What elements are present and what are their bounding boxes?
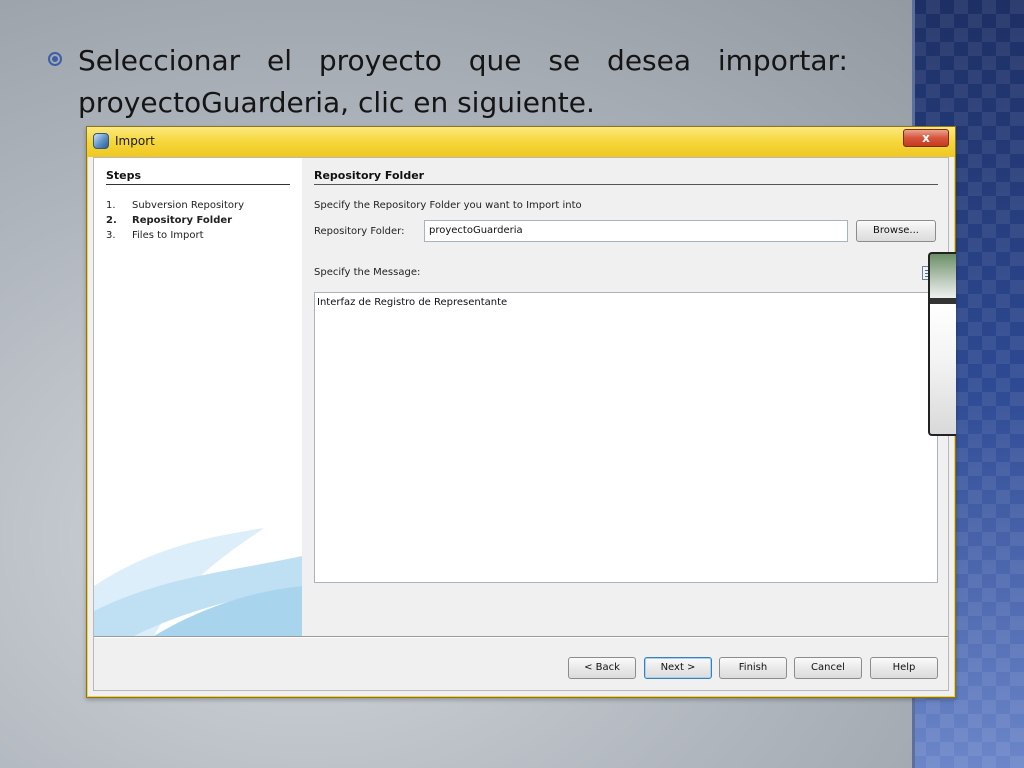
- instruction-text: Specify the Repository Folder you want t…: [314, 200, 582, 211]
- repository-folder-label: Repository Folder:: [314, 226, 405, 237]
- section-title: Repository Folder: [314, 169, 938, 185]
- import-dialog: Import x Steps 1. Subversion Repository 2…: [86, 126, 956, 698]
- close-icon: x: [922, 131, 930, 145]
- dialog-client-area: Steps 1. Subversion Repository 2. Reposito…: [93, 157, 949, 691]
- bullet-word: proyecto: [318, 44, 442, 77]
- button-bar-divider: [94, 636, 948, 637]
- browse-button[interactable]: Browse...: [856, 220, 936, 242]
- repository-folder-input[interactable]: proyectoGuarderia: [424, 220, 848, 242]
- bullet-word: Seleccionar: [78, 44, 241, 77]
- step-label: Files to Import: [132, 230, 204, 241]
- bullet-word: importar:: [717, 44, 848, 77]
- step-label: Subversion Repository: [132, 200, 245, 211]
- bullet-word: el: [266, 44, 292, 77]
- steps-title: Steps: [106, 169, 290, 185]
- next-button[interactable]: Next >: [644, 657, 712, 679]
- message-textarea[interactable]: Interfaz de Registro de Representante: [314, 292, 938, 583]
- bullet-word: que: [468, 44, 522, 77]
- finish-button[interactable]: Finish: [719, 657, 787, 679]
- bullet-word: desea: [607, 44, 692, 77]
- step-label: Repository Folder: [132, 215, 233, 226]
- netbeans-app-icon: [93, 133, 109, 149]
- radio-bullet-icon: [48, 52, 62, 66]
- bullet-word: se: [548, 44, 581, 77]
- dialog-titlebar[interactable]: Import x: [87, 127, 955, 157]
- decorative-swoosh: [94, 528, 302, 636]
- photo-detail: [930, 298, 956, 304]
- photo-thumbnail: [928, 252, 956, 436]
- slide-bullet: Seleccionar el proyecto que se desea imp…: [48, 40, 848, 124]
- step-number: 3.: [106, 230, 116, 241]
- help-button[interactable]: Help: [870, 657, 938, 679]
- steps-list: 1. Subversion Repository 2. Repository Fol…: [106, 198, 244, 243]
- bullet-line-1: Seleccionar el proyecto que se desea imp…: [78, 40, 848, 82]
- bullet-line-2: proyectoGuarderia, clic en siguiente.: [78, 86, 595, 119]
- back-button[interactable]: < Back: [568, 657, 636, 679]
- close-button[interactable]: x: [903, 129, 949, 147]
- step-item-subversion-repository: 1. Subversion Repository: [106, 198, 244, 213]
- message-label: Specify the Message:: [314, 267, 421, 278]
- step-item-repository-folder: 2. Repository Folder: [106, 213, 244, 228]
- cancel-button[interactable]: Cancel: [794, 657, 862, 679]
- step-number: 1.: [106, 200, 116, 211]
- step-item-files-to-import: 3. Files to Import: [106, 228, 244, 243]
- dialog-title: Import: [115, 134, 155, 148]
- main-panel: Repository Folder Specify the Repository…: [314, 158, 938, 636]
- step-number: 2.: [106, 215, 117, 226]
- steps-panel: Steps 1. Subversion Repository 2. Reposito…: [94, 158, 302, 636]
